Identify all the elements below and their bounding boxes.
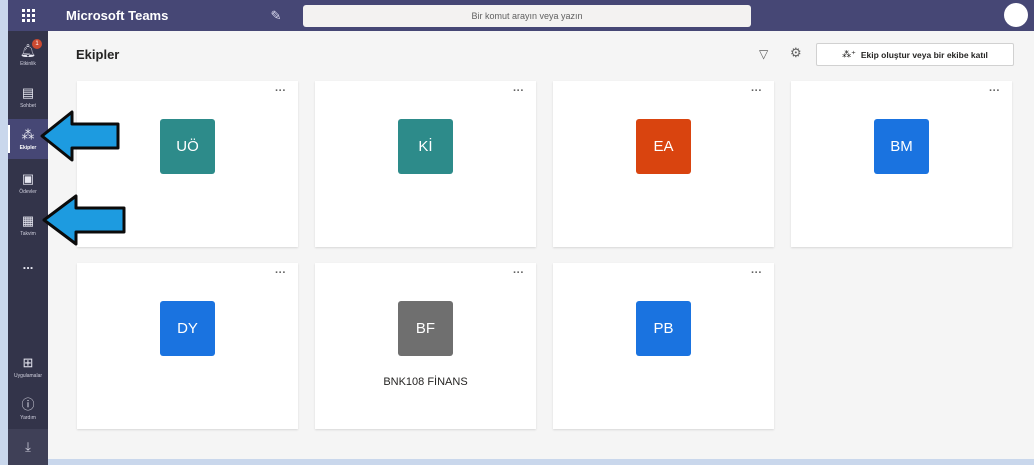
more-options-icon[interactable]: ··· bbox=[275, 85, 286, 97]
more-options-icon[interactable]: ··· bbox=[275, 267, 286, 279]
rail-item-label: Takvim bbox=[20, 230, 36, 237]
team-card[interactable]: ··· BM bbox=[791, 81, 1012, 247]
rail-item-help[interactable]: ⓘ Yardım bbox=[8, 389, 48, 429]
chat-icon: ▤ bbox=[21, 84, 35, 100]
team-avatar: UÖ bbox=[160, 119, 215, 174]
assignments-icon: ▣ bbox=[21, 170, 35, 186]
rail-item-label: Sohbet bbox=[20, 102, 36, 109]
annotation-arrow-calendar bbox=[42, 194, 126, 246]
user-avatar[interactable] bbox=[1004, 3, 1028, 27]
page-title: Ekipler bbox=[76, 47, 120, 62]
filter-icon[interactable]: ▽ bbox=[759, 47, 768, 61]
app-title: Microsoft Teams bbox=[66, 8, 169, 23]
rail-item-activity[interactable]: 🔔︎ 1 Etkinlik bbox=[8, 35, 48, 75]
create-or-join-team-button[interactable]: ⁂⁺ Ekip oluştur veya bir ekibe katıl bbox=[816, 43, 1014, 66]
team-card[interactable]: ··· DY bbox=[77, 263, 298, 429]
teams-icon: ⁂ bbox=[21, 126, 35, 142]
team-card[interactable]: ··· PB bbox=[553, 263, 774, 429]
more-options-icon[interactable]: ··· bbox=[751, 267, 762, 279]
annotation-arrow-teams bbox=[40, 110, 120, 162]
team-avatar: EA bbox=[636, 119, 691, 174]
app-launcher-icon[interactable] bbox=[8, 0, 48, 31]
top-bar: Microsoft Teams ✎ Bir komut arayın veya … bbox=[8, 0, 1034, 31]
more-options-icon[interactable]: ··· bbox=[513, 85, 524, 97]
rail-item-label: Etkinlik bbox=[20, 60, 36, 67]
rail-item-label: Ödevler bbox=[19, 188, 37, 195]
gear-icon[interactable]: ⚙ bbox=[790, 45, 802, 61]
compose-icon[interactable]: ✎ bbox=[261, 8, 291, 24]
team-avatar: BM bbox=[874, 119, 929, 174]
add-team-icon: ⁂⁺ bbox=[842, 49, 856, 59]
app-rail: 🔔︎ 1 Etkinlik ▤ Sohbet ⁂ Ekipler ▣ Ödevl… bbox=[8, 31, 48, 465]
rail-item-label: Uygulamalar bbox=[13, 372, 43, 379]
create-or-join-label: Ekip oluştur veya bir ekibe katıl bbox=[860, 49, 988, 60]
download-app-icon[interactable]: ⤓ bbox=[8, 429, 48, 465]
command-search-input[interactable]: Bir komut arayın veya yazın bbox=[303, 4, 751, 27]
team-avatar: Kİ bbox=[398, 119, 453, 174]
notification-badge: 1 bbox=[32, 39, 42, 49]
more-options-icon[interactable]: ··· bbox=[989, 85, 1000, 97]
help-icon: ⓘ bbox=[21, 396, 35, 412]
rail-item-label: Ekipler bbox=[19, 144, 37, 151]
team-card[interactable]: ··· EA bbox=[553, 81, 774, 247]
rail-item-more[interactable]: ... bbox=[8, 245, 48, 285]
team-card[interactable]: ··· BF BNK108 FİNANS bbox=[315, 263, 536, 429]
more-options-icon[interactable]: ··· bbox=[513, 267, 524, 279]
rail-item-apps[interactable]: ⊞ Uygulamalar bbox=[8, 347, 48, 387]
team-name: BNK108 FİNANS bbox=[383, 376, 468, 388]
apps-icon: ⊞ bbox=[22, 354, 34, 370]
team-avatar: DY bbox=[160, 301, 215, 356]
teams-main-panel: Ekipler ▽ ⚙ ⁂⁺ Ekip oluştur veya bir eki… bbox=[48, 31, 1034, 459]
more-icon: ... bbox=[22, 257, 34, 272]
more-options-icon[interactable]: ··· bbox=[751, 85, 762, 97]
team-avatar: BF bbox=[398, 301, 453, 356]
bottom-frame-stripe bbox=[48, 459, 1034, 465]
rail-item-label: Yardım bbox=[20, 414, 36, 421]
team-card[interactable]: ··· Kİ bbox=[315, 81, 536, 247]
calendar-icon: ▦ bbox=[21, 212, 35, 228]
team-avatar: PB bbox=[636, 301, 691, 356]
